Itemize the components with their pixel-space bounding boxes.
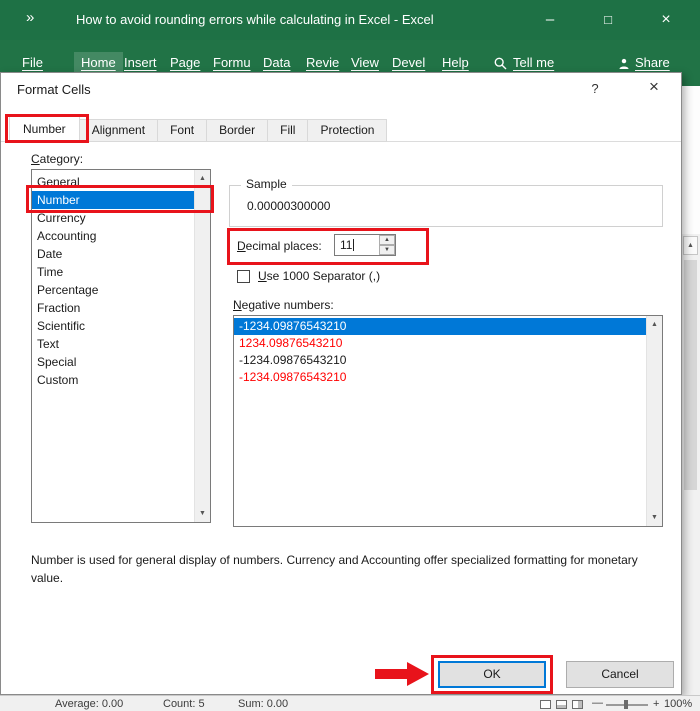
spin-down-icon[interactable]: ▼ xyxy=(379,245,395,255)
ribbon-tab-help[interactable]: Help xyxy=(442,55,469,70)
cancel-button[interactable]: Cancel xyxy=(566,661,674,688)
dialog-tab-strip: Number Alignment Font Border Fill Protec… xyxy=(9,116,388,142)
use-1000-separator-label[interactable]: Use 1000 Separator (,) xyxy=(258,269,380,283)
negative-numbers-scrollbar[interactable]: ▲ ▼ xyxy=(646,316,662,526)
ribbon-edge xyxy=(682,72,700,86)
tab-font[interactable]: Font xyxy=(158,119,208,142)
scroll-up-icon[interactable]: ▲ xyxy=(195,171,210,186)
title-bar: » How to avoid rounding errors while cal… xyxy=(0,0,700,40)
negative-item[interactable]: 1234.09876543210 xyxy=(234,335,646,352)
ribbon-tab-developer[interactable]: Devel xyxy=(392,55,425,70)
ribbon-tab-insert[interactable]: Insert xyxy=(124,55,157,70)
category-item[interactable]: Time xyxy=(32,263,194,281)
category-item[interactable]: Scientific xyxy=(32,317,194,335)
zoom-slider-thumb[interactable] xyxy=(624,700,628,709)
category-item[interactable]: General xyxy=(32,173,194,191)
ribbon-tab-file[interactable]: File xyxy=(22,55,43,70)
zoom-level[interactable]: 100% xyxy=(664,698,692,710)
status-bar: Average: 0.00 Count: 5 Sum: 0.00 — + 100… xyxy=(0,695,700,711)
category-description: Number is used for general display of nu… xyxy=(31,553,638,585)
red-arrow-icon xyxy=(375,661,431,692)
ribbon-tab-formulas[interactable]: Formu xyxy=(213,55,251,70)
category-item[interactable]: Accounting xyxy=(32,227,194,245)
worksheet-right-strip: ▲ xyxy=(682,72,700,695)
vertical-scrollbar-thumb[interactable] xyxy=(684,260,697,490)
decimal-places-label: Decimal places: xyxy=(237,239,322,253)
format-cells-dialog: Format Cells ? × Number Alignment Font B… xyxy=(0,72,682,695)
scroll-down-icon[interactable]: ▼ xyxy=(195,506,210,521)
ribbon-tab-view[interactable]: View xyxy=(351,55,379,70)
category-item[interactable]: Currency xyxy=(32,209,194,227)
worksheet-edge xyxy=(682,86,700,234)
maximize-button[interactable]: □ xyxy=(585,0,631,40)
window-title: How to avoid rounding errors while calcu… xyxy=(76,12,434,27)
dialog-help-button[interactable]: ? xyxy=(584,81,606,96)
category-item-selected[interactable]: Number xyxy=(32,191,194,209)
status-average: Average: 0.00 xyxy=(55,698,124,710)
ribbon-tab-data[interactable]: Data xyxy=(263,55,290,70)
normal-view-icon[interactable] xyxy=(540,700,551,709)
scroll-down-icon[interactable]: ▼ xyxy=(647,510,662,525)
decimal-places-value: 11 xyxy=(340,238,353,252)
category-listbox: General Number Currency Accounting Date … xyxy=(31,169,211,523)
tab-fill[interactable]: Fill xyxy=(268,119,309,142)
qat-overflow-icon[interactable]: » xyxy=(26,9,34,26)
dialog-title: Format Cells xyxy=(17,82,91,97)
spin-up-icon[interactable]: ▲ xyxy=(379,235,395,245)
tab-protection[interactable]: Protection xyxy=(308,119,388,142)
tab-border[interactable]: Border xyxy=(207,119,269,142)
tab-number[interactable]: Number xyxy=(9,116,80,142)
category-scrollbar[interactable]: ▲ ▼ xyxy=(194,170,210,522)
ribbon-tab-page-layout[interactable]: Page xyxy=(170,55,200,70)
zoom-out-icon[interactable]: — xyxy=(592,697,603,709)
page-break-view-icon[interactable] xyxy=(572,700,583,709)
category-item[interactable]: Custom xyxy=(32,371,194,389)
scroll-up-icon[interactable]: ▲ xyxy=(647,317,662,332)
ribbon-tab-review[interactable]: Revie xyxy=(306,55,339,70)
ok-button[interactable]: OK xyxy=(438,661,546,688)
decimal-places-stepper: ▲ ▼ xyxy=(379,235,395,255)
ribbon-tab-home[interactable]: Home xyxy=(74,52,123,73)
negative-item-selected[interactable]: -1234.09876543210 xyxy=(234,318,646,335)
tell-me-box[interactable]: Tell me xyxy=(513,55,554,70)
status-count: Count: 5 xyxy=(163,698,205,710)
page-layout-view-icon[interactable] xyxy=(556,700,567,709)
category-item[interactable]: Special xyxy=(32,353,194,371)
excel-window: » How to avoid rounding errors while cal… xyxy=(0,0,700,711)
sample-value: 0.00000300000 xyxy=(247,199,331,213)
zoom-in-icon[interactable]: + xyxy=(653,698,659,710)
status-sum: Sum: 0.00 xyxy=(238,698,289,710)
category-item[interactable]: Text xyxy=(32,335,194,353)
share-button[interactable]: Share xyxy=(635,55,670,70)
ribbon-tab-bar: File Home Insert Page Formu Data Revie V… xyxy=(0,40,700,73)
category-item[interactable]: Fraction xyxy=(32,299,194,317)
minimize-button[interactable]: – xyxy=(527,0,573,40)
negative-numbers-listbox: -1234.09876543210 1234.09876543210 -1234… xyxy=(233,315,663,527)
category-item[interactable]: Date xyxy=(32,245,194,263)
category-label: Category: xyxy=(31,152,84,166)
text-caret xyxy=(353,239,355,251)
category-item[interactable]: Percentage xyxy=(32,281,194,299)
negative-item[interactable]: -1234.09876543210 xyxy=(234,352,646,369)
use-1000-separator-checkbox[interactable] xyxy=(237,270,250,283)
negative-item[interactable]: -1234.09876543210 xyxy=(234,369,646,386)
close-button[interactable]: × xyxy=(643,0,689,40)
tab-alignment[interactable]: Alignment xyxy=(79,119,159,142)
scroll-up-icon[interactable]: ▲ xyxy=(683,236,698,255)
sample-label: Sample xyxy=(241,177,292,191)
negative-numbers-label: Negative numbers: xyxy=(233,298,334,312)
dialog-close-button[interactable]: × xyxy=(639,77,669,97)
